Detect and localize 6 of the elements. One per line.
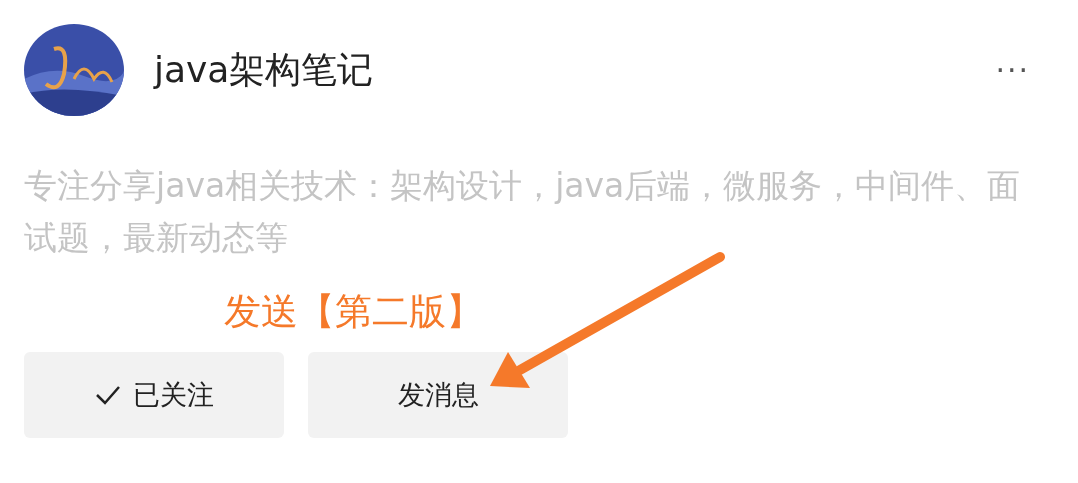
annotation-text: 发送【第二版】	[224, 289, 484, 335]
account-name: java架构笔记	[154, 48, 374, 92]
more-menu[interactable]: ···	[995, 47, 1030, 93]
follow-button[interactable]: 已关注	[24, 352, 284, 438]
message-button[interactable]: 发消息	[308, 352, 568, 438]
account-description: 专注分享java相关技术：架构设计，java后端，微服务，中间件、面试题，最新动态等	[24, 165, 1022, 259]
